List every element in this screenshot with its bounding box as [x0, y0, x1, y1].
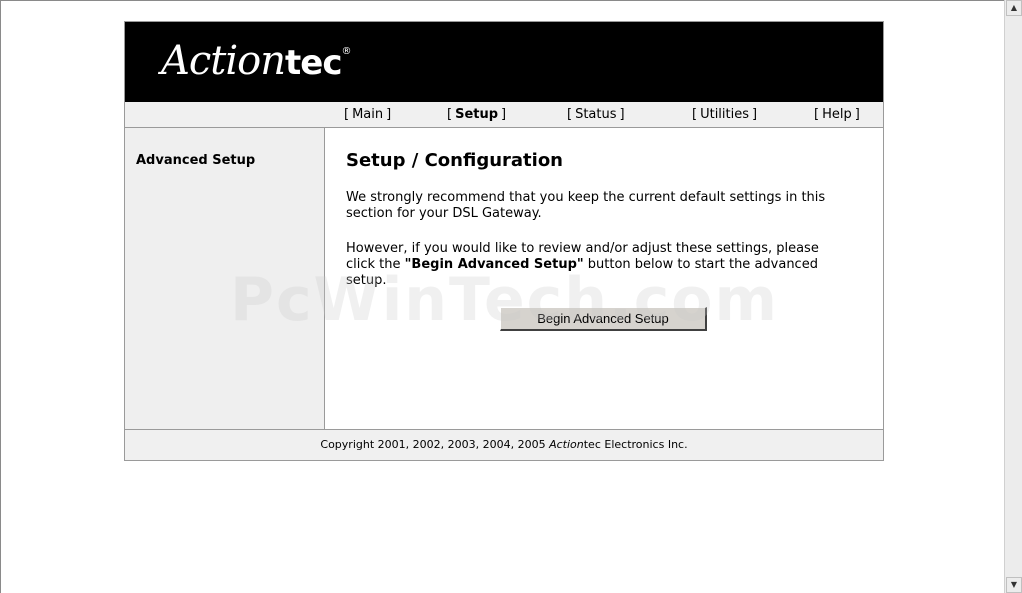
vertical-scrollbar[interactable]: ▲ ▼	[1004, 0, 1022, 593]
top-nav: [Main] [Setup] [Status] [Utilities] [Hel…	[125, 102, 883, 128]
nav-utilities-label[interactable]: Utilities	[697, 107, 752, 122]
nav-setup-label[interactable]: Setup	[452, 107, 501, 122]
instruction-text: However, if you would like to review and…	[346, 241, 819, 288]
nav-setup[interactable]: [Setup]	[447, 107, 506, 122]
nav-status[interactable]: [Status]	[567, 107, 625, 122]
nav-main[interactable]: [Main]	[344, 107, 391, 122]
nav-status-label[interactable]: Status	[572, 107, 619, 122]
nav-utilities[interactable]: [Utilities]	[692, 107, 757, 122]
sidebar-title: Advanced Setup	[136, 153, 256, 168]
nav-main-label[interactable]: Main	[349, 107, 386, 122]
router-page: Actiontec® [Main] [Setup] [Status] [Util…	[124, 21, 884, 461]
scroll-up-arrow-icon[interactable]: ▲	[1006, 0, 1022, 16]
nav-help-label[interactable]: Help	[819, 107, 855, 122]
sidebar: Advanced Setup	[125, 128, 325, 429]
main-content: Setup / Configuration We strongly recomm…	[325, 128, 883, 429]
nav-help[interactable]: [Help]	[814, 107, 860, 122]
header-banner: Actiontec®	[125, 22, 883, 102]
actiontec-logo: Actiontec®	[161, 38, 352, 84]
begin-advanced-setup-button[interactable]: Begin Advanced Setup	[500, 307, 707, 331]
copyright-footer: Copyright 2001, 2002, 2003, 2004, 2005 A…	[125, 429, 883, 460]
scroll-down-arrow-icon[interactable]: ▼	[1006, 577, 1022, 593]
recommendation-text: We strongly recommend that you keep the …	[346, 190, 826, 221]
page-title: Setup / Configuration	[346, 150, 563, 171]
